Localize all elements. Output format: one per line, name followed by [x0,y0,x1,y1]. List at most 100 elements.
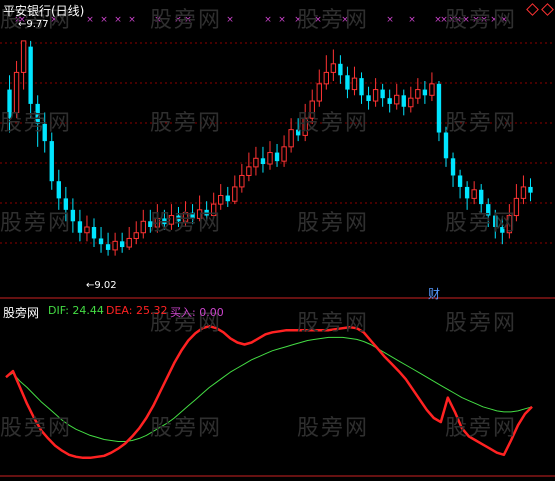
candle-body-up [394,94,400,105]
high-price-label: ←9.77 [18,19,49,30]
candle-body-down [486,204,491,216]
candle-body-down [436,83,442,133]
candle-body-up [316,83,322,102]
candle-body-up [351,77,358,91]
candle-body-down [260,158,266,165]
signal-marker: × [114,15,122,25]
candle-body-up [267,152,273,165]
candle-body-down [49,141,54,182]
candle-body-down [366,95,371,102]
signal-marker: × [264,15,272,25]
candle-body-down [450,158,456,176]
signal-marker: × [462,15,470,25]
candle-body-up [196,209,203,219]
candle-body-down [35,103,40,124]
signal-marker: × [86,15,94,25]
candle-body-up [372,89,379,102]
chart-canvas: ×× × × × × × × × × × × × × × × × × ×× ×× × × × × × [0,15,555,477]
candle-body-up [520,186,527,199]
candle-body-down [345,75,350,90]
low-price-label: ←9.02 [86,280,117,291]
candle-body-up [154,217,161,228]
candle-body-down [77,221,83,233]
candle-body-up [182,212,189,222]
event-marker-label[interactable]: 财 [428,285,440,302]
candle-body-down [422,89,428,96]
candle-body-up [84,226,90,234]
candle-body-down [225,195,230,202]
signal-marker: × [184,15,192,25]
candle-body-down [91,227,97,239]
candle-body-down [295,129,301,136]
signal-marker: × [500,15,508,25]
signal-marker: × [490,15,498,25]
candle-body-down [338,63,343,76]
candle-body-down [479,189,484,205]
candle-body-down [380,89,385,99]
signal-marker: × [454,15,462,25]
candle-body-down [42,123,47,142]
dif-legend: DIF: 24.44 [48,304,104,317]
signal-marker: × [128,15,136,25]
candle-body-down [387,98,392,104]
indicator-title: 股旁网 [3,306,40,320]
candle-body-up [112,240,118,251]
signal-marker: × [440,15,448,25]
candle-body-down [70,209,76,222]
candle-body-up [288,129,294,148]
candle-body-down [401,95,406,107]
candle-body-down [28,46,33,104]
candle-body-up [302,117,308,136]
candle-body-up [513,197,520,217]
candle-body-up [408,97,414,108]
candle-body-up [323,71,330,85]
candle-body-up [415,89,421,99]
candle-body-down [56,181,61,199]
signal-marker: × [341,15,349,25]
candle-body-down [493,215,498,228]
candle-body-down [443,132,449,159]
candle-body-up [253,157,259,168]
candle-body-down [204,209,209,216]
signal-marker: × [472,15,480,25]
candle-body-down [105,244,111,250]
candle-body-up [168,215,175,225]
candle-body-down [464,186,470,199]
candle-body-down [457,175,463,187]
candle-body-down [528,186,533,193]
chart-stage: × × × × × × × × × × × × × × × × × × × × × × × × × × × 股旁网 股旁网 股旁网 … [0,0,555,477]
candle-body-down [98,238,104,245]
candle-body-up [218,195,224,205]
candle-body-up [246,166,252,176]
signal-marker: × [226,15,234,25]
buy-signal-legend: 买入: 0.00 [170,306,224,319]
candle-body-up [429,83,435,96]
candle-body-down [190,212,195,219]
candle-body-up [13,71,20,113]
candle-body-down [359,78,364,96]
signal-marker: × [408,15,416,25]
candle-body-up [330,63,337,73]
candle-body-up [309,100,315,119]
candle-body-up [210,203,217,217]
candle-body-down [119,241,125,248]
candle-body-down [148,221,153,228]
candle-body-up [281,146,287,162]
signal-marker: × [174,15,182,25]
candle-body-up [133,232,139,239]
candle-body-up [126,237,132,248]
candle-body-down [274,152,280,162]
candle-body-up [232,186,238,202]
signal-marker: × [154,15,162,25]
candle-body-down [7,89,12,119]
candle-body-down [176,215,181,222]
candle-body-up [506,215,513,234]
signal-marker: × [100,15,108,25]
candle-body-down [162,218,167,225]
candle-body-up [471,189,477,199]
signal-marker: × [314,15,322,25]
dea-legend: DEA: 25.32 [106,304,168,317]
dif-line [5,336,533,442]
candle-body-up [239,174,245,188]
high-price-value: 9.77 [26,19,49,30]
